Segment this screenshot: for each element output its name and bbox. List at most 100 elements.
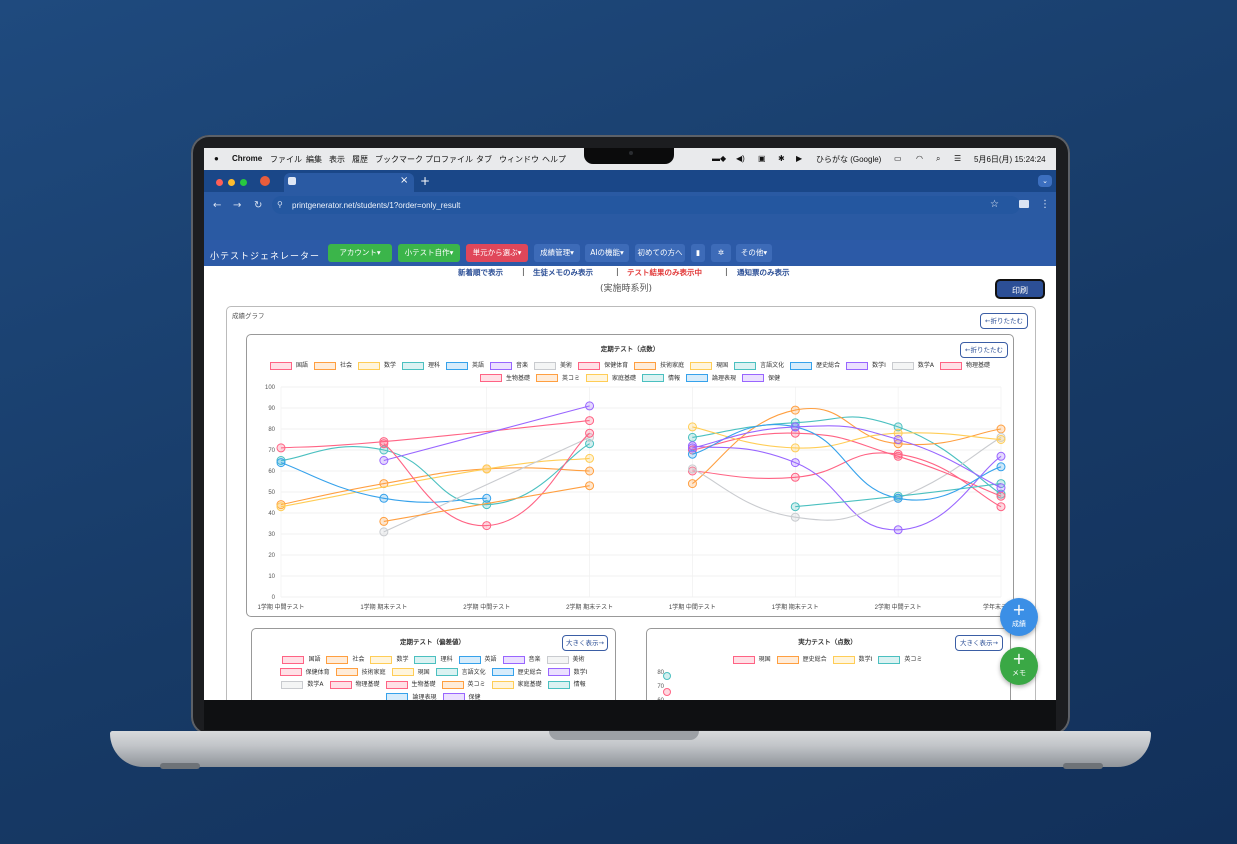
bookmark-star-icon[interactable]: ☆ — [990, 199, 999, 210]
play-icon[interactable]: ▶ — [796, 154, 802, 163]
deviation-legend-item[interactable]: 理科 — [414, 654, 453, 664]
nav-beginners-button[interactable]: 初めての方へ — [635, 244, 685, 262]
nav-grades-button[interactable]: 成績管理▾ — [534, 244, 580, 262]
main-legend-item[interactable]: 国語 — [269, 360, 308, 370]
deviation-legend-item[interactable]: 数学 — [370, 654, 408, 664]
nav-create-test-button[interactable]: 小テスト自作▾ — [398, 244, 460, 262]
ability-legend-item[interactable]: 英コミ — [878, 654, 922, 664]
main-legend-item[interactable]: 技術家庭 — [634, 360, 684, 370]
keyboard-icon[interactable]: ▣ — [758, 154, 766, 163]
maximize-window-icon[interactable] — [240, 179, 247, 186]
menu-window[interactable]: ウィンドウ — [499, 154, 539, 165]
deviation-expand-button[interactable]: 大きく表示→ — [562, 635, 608, 651]
deviation-legend-item[interactable]: 物理基礎 — [329, 679, 380, 689]
menu-history[interactable]: 履歴 — [352, 154, 368, 165]
add-grade-fab[interactable]: + 成績 — [1000, 598, 1038, 636]
more-menu-icon[interactable]: ⋮ — [1040, 199, 1050, 210]
menu-edit[interactable]: 編集 — [306, 154, 322, 165]
deviation-legend-item[interactable]: 技術家庭 — [335, 667, 386, 676]
filter-notice-link[interactable]: 通知票のみ表示 — [737, 267, 790, 278]
deviation-legend-item[interactable]: 英語 — [458, 654, 497, 664]
main-legend-item[interactable]: 歴史総合 — [790, 360, 840, 370]
collapse-all-button[interactable]: ←折りたたむ — [980, 313, 1028, 329]
deviation-legend-item[interactable]: 情報 — [547, 679, 586, 689]
main-legend-item[interactable]: 数学Ⅰ — [846, 360, 886, 370]
wifi-camera-icon[interactable]: ▬◆ — [712, 154, 726, 163]
menu-file[interactable]: ファイル — [270, 154, 302, 165]
deviation-legend-item[interactable]: 数学Ⅰ — [547, 667, 587, 676]
minimize-window-icon[interactable] — [228, 179, 235, 186]
deviation-legend-item[interactable]: 論理表現 — [386, 692, 437, 700]
collapse-chart-button[interactable]: ←折りたたむ — [960, 342, 1008, 358]
deviation-legend-item[interactable]: 保健 — [442, 692, 481, 700]
url-text[interactable]: printgenerator.net/students/1?order=only… — [292, 201, 460, 210]
main-legend-item[interactable]: 英語 — [446, 360, 484, 370]
close-window-icon[interactable] — [216, 179, 223, 186]
deviation-legend-item[interactable]: 生物基礎 — [385, 679, 436, 689]
main-legend-item[interactable]: 社会 — [313, 360, 352, 370]
battery-icon[interactable]: ▭ — [894, 154, 902, 163]
main-legend-item[interactable]: 数学A — [891, 360, 934, 370]
nav-settings-button[interactable]: ✲ — [711, 244, 731, 262]
deviation-legend-item[interactable]: 数学A — [281, 679, 324, 689]
deviation-legend-item[interactable]: 英コミ — [441, 679, 486, 689]
main-legend-item[interactable]: 言語文化 — [734, 360, 784, 370]
deviation-legend-item[interactable]: 国語 — [282, 654, 320, 664]
wifi-icon[interactable]: ◠ — [916, 154, 923, 163]
menu-bookmarks[interactable]: ブックマーク — [375, 154, 423, 165]
deviation-legend-item[interactable]: 音楽 — [502, 654, 541, 664]
browser-tab[interactable] — [284, 173, 414, 192]
control-center-icon[interactable]: ☰ — [954, 154, 961, 163]
ability-legend-item[interactable]: 歴史総合 — [776, 654, 827, 664]
nav-account-button[interactable]: アカウント▾ — [328, 244, 392, 262]
filter-newest-link[interactable]: 新着順で表示 — [458, 267, 503, 278]
forward-icon[interactable]: → — [233, 200, 241, 211]
filter-test-active[interactable]: テスト結果のみ表示中 — [627, 267, 702, 278]
menu-app-name[interactable]: Chrome — [232, 154, 262, 163]
ability-legend-item[interactable]: 現国 — [732, 654, 771, 664]
bluetooth-icon[interactable]: ✱ — [778, 154, 785, 163]
input-method-icon[interactable]: ひらがな (Google) — [816, 154, 881, 165]
apple-icon[interactable]: ● — [214, 154, 219, 163]
deviation-legend-item[interactable]: 家庭基礎 — [491, 679, 542, 689]
nav-bookmark-button[interactable]: ▮ — [691, 244, 705, 262]
volume-icon[interactable]: ◀) — [736, 154, 745, 163]
deviation-legend-item[interactable]: 現国 — [391, 667, 430, 676]
main-legend-item[interactable]: 美術 — [534, 360, 572, 370]
add-memo-fab[interactable]: + メモ — [1000, 647, 1038, 685]
side-panel-icon[interactable] — [1019, 200, 1029, 208]
filter-memo-link[interactable]: 生徒メモのみ表示 — [533, 267, 593, 278]
deviation-legend-item[interactable]: 美術 — [546, 654, 585, 664]
app-title[interactable]: 小テストジェネレーター — [210, 249, 320, 262]
extension-icon[interactable] — [260, 176, 270, 186]
clock[interactable]: 5月6日(月) 15:24:24 — [974, 154, 1046, 165]
tab-close-icon[interactable]: × — [400, 175, 408, 186]
new-tab-icon[interactable]: + — [420, 174, 430, 188]
main-legend-item[interactable]: 保健体育 — [578, 360, 628, 370]
main-legend-item[interactable]: 数学 — [357, 360, 396, 370]
deviation-legend-item[interactable]: 歴史総合 — [491, 667, 542, 676]
nav-select-unit-button[interactable]: 単元から選ぶ▾ — [466, 244, 528, 262]
back-icon[interactable]: ← — [213, 200, 221, 211]
nav-ai-button[interactable]: AIの機能▾ — [585, 244, 629, 262]
ability-legend-item[interactable]: 数学Ⅰ — [832, 654, 872, 664]
data-point — [482, 521, 492, 531]
main-legend-item[interactable]: 理科 — [402, 360, 440, 370]
menu-view[interactable]: 表示 — [329, 154, 345, 165]
deviation-legend-item[interactable]: 保健体育 — [279, 667, 330, 676]
print-button[interactable]: 印刷 — [995, 279, 1045, 299]
menu-tab[interactable]: タブ — [476, 154, 492, 165]
main-legend-item[interactable]: 音楽 — [490, 360, 528, 370]
main-legend-item[interactable]: 現国 — [690, 360, 728, 370]
nav-other-button[interactable]: その他▾ — [736, 244, 772, 262]
deviation-legend-item[interactable]: 言語文化 — [435, 667, 486, 676]
deviation-legend-item[interactable]: 社会 — [326, 654, 364, 664]
tab-search-icon[interactable]: ⌄ — [1038, 175, 1052, 187]
main-legend-item[interactable]: 物理基礎 — [940, 360, 990, 370]
reload-icon[interactable]: ↻ — [254, 200, 262, 211]
menu-profile[interactable]: プロファイル — [425, 154, 473, 165]
site-info-icon[interactable]: ⚲ — [277, 200, 283, 209]
menu-help[interactable]: ヘルプ — [542, 154, 566, 165]
ability-expand-button[interactable]: 大きく表示→ — [955, 635, 1003, 651]
search-icon[interactable]: ⌕ — [936, 154, 940, 164]
